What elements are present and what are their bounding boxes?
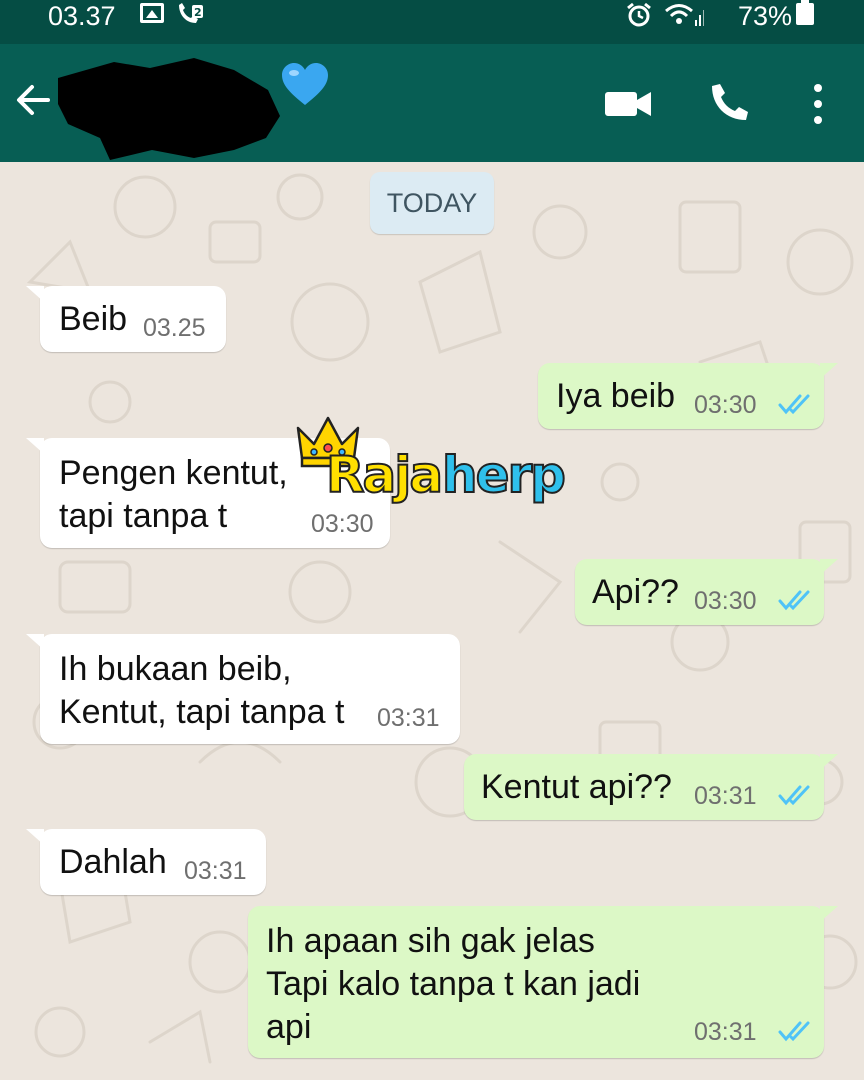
read-ticks-icon xyxy=(778,785,810,806)
status-bar: 03.37 2 73% xyxy=(0,0,864,44)
message-text: Beib xyxy=(59,300,128,338)
watermark-text-raja: Raja xyxy=(325,445,444,505)
message-time: 03:30 xyxy=(311,510,374,538)
battery-charging-icon xyxy=(796,0,814,25)
bubble-tail xyxy=(26,438,44,454)
bubble-tail xyxy=(26,286,44,302)
message-incoming[interactable]: Beib 03.25 xyxy=(26,286,226,352)
bubble-tail xyxy=(820,754,838,770)
message-incoming[interactable]: Dahlah 03:31 xyxy=(26,829,266,895)
message-time: 03.25 xyxy=(143,314,206,342)
message-text: Iya beib xyxy=(556,377,676,415)
chat-header: ka online xyxy=(0,44,864,162)
message-text: Ih apaan sih gak jelas Tapi kalo tanpa t… xyxy=(266,922,641,1046)
message-outgoing[interactable]: Api?? 03:30 xyxy=(575,559,838,625)
bubble-tail xyxy=(26,829,44,845)
message-outgoing[interactable]: Iya beib 03:30 xyxy=(538,363,838,429)
message-outgoing[interactable]: Kentut api?? 03:31 xyxy=(464,754,838,820)
read-ticks-icon xyxy=(778,1021,810,1042)
gallery-icon xyxy=(140,3,164,23)
alarm-icon xyxy=(627,2,651,27)
message-outgoing[interactable]: Ih apaan sih gak jelas Tapi kalo tanpa t… xyxy=(248,906,838,1058)
message-time: 03:31 xyxy=(694,1018,757,1046)
watermark-logo: Raja herp xyxy=(296,414,572,514)
message-text: Api?? xyxy=(592,573,679,611)
message-time: 03:31 xyxy=(694,782,757,810)
chat-area[interactable]: TODAY Beib 03.25 Iya beib 03:30 Pengen k… xyxy=(0,162,864,1080)
bubble-tail xyxy=(820,559,838,575)
svg-text:2: 2 xyxy=(194,6,202,19)
contact-name-redacted[interactable]: ka online xyxy=(54,54,284,162)
read-ticks-icon xyxy=(778,590,810,611)
video-call-icon[interactable] xyxy=(604,88,652,120)
message-time: 03:30 xyxy=(694,587,757,615)
message-incoming[interactable]: Ih bukaan beib, Kentut, tapi tanpa t 03:… xyxy=(26,634,460,744)
blue-heart-icon xyxy=(282,63,328,105)
status-time: 03.37 xyxy=(48,1,116,31)
date-chip: TODAY xyxy=(370,172,494,234)
bubble-tail xyxy=(26,634,44,650)
message-text: Pengen kentut, tapi tanpa t xyxy=(59,454,288,535)
message-text: Ih bukaan beib, Kentut, tapi tanpa t xyxy=(59,650,345,731)
voice-call-icon[interactable] xyxy=(708,82,750,124)
more-vert-icon[interactable] xyxy=(806,82,830,126)
wifi-icon xyxy=(665,4,704,26)
missed-call-icon: 2 xyxy=(179,3,203,23)
message-time: 03:31 xyxy=(184,857,247,885)
back-arrow-icon[interactable] xyxy=(14,80,54,120)
battery-percent: 73% xyxy=(738,1,793,31)
watermark-text-herp: herp xyxy=(441,445,567,505)
message-text: Dahlah xyxy=(59,843,167,881)
message-time: 03:31 xyxy=(377,704,440,732)
message-text: Kentut api?? xyxy=(481,768,672,806)
bubble-tail xyxy=(820,906,838,922)
bubble-tail xyxy=(820,363,838,379)
message-time: 03:30 xyxy=(694,391,757,419)
read-ticks-icon xyxy=(778,394,810,415)
